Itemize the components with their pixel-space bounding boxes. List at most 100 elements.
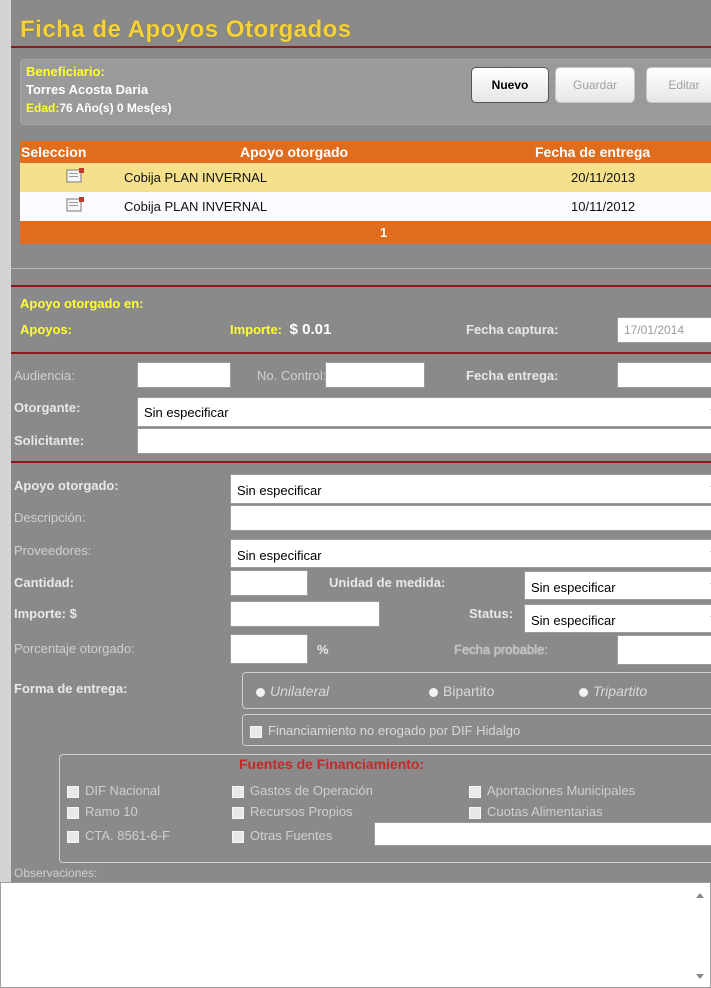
scroll-down-icon[interactable] [696,974,704,979]
row-fecha: 20/11/2013 [571,170,636,185]
chk-gastos-operacion[interactable]: Gastos de Operación [232,783,373,798]
radio-dot [256,687,265,697]
checkbox-label: Recursos Propios [250,804,353,819]
document-edit-icon[interactable] [66,197,85,212]
status-label: Status: [469,606,514,621]
title-divider [11,46,711,48]
solicitante-field[interactable] [137,428,711,454]
fecha-captura-field[interactable]: 17/01/2014 [617,317,711,343]
fecha-entrega-field[interactable] [617,362,711,388]
new-button[interactable]: Nuevo [471,67,549,103]
checkbox-icon [232,806,244,819]
checkbox-label: Financiamiento no erogado por DIF Hidalg… [268,723,521,738]
otorgante-label: Otorgante: [14,400,81,415]
apoyo-otorgado-en-heading: Apoyo otorgado en: [20,296,144,311]
chk-dif-nacional[interactable]: DIF Nacional [67,783,160,798]
beneficiary-age: Edad:76 Año(s) 0 Mes(es) [26,101,172,115]
checkbox-label: CTA. 8561-6-F [85,828,171,843]
pager-page-1[interactable]: 1 [380,225,387,240]
radio-dot [429,687,438,697]
table-row[interactable]: Cobija PLAN INVERNAL 10/11/2012 [20,192,711,221]
table-row[interactable]: Cobija PLAN INVERNAL 20/11/2013 [20,163,711,192]
window: Ficha de Apoyos Otorgados Beneficiario: … [0,0,711,988]
radio-label: Tripartito [593,683,648,699]
divider [11,285,711,287]
fecha-probable-label: Fecha probable: [454,642,548,657]
beneficiary-label: Beneficiario: [26,64,105,79]
radio-dot [579,687,588,697]
age-value: 76 Año(s) 0 Mes(es) [59,101,172,115]
chk-cta[interactable]: CTA. 8561-6-F [67,828,170,843]
row-apoyo: Cobija PLAN INVERNAL [124,170,268,185]
checkbox-label: Gastos de Operación [250,783,373,798]
financiamiento-checkbox[interactable]: Financiamiento no erogado por DIF Hidalg… [250,723,520,738]
importe-label: Importe: $ [14,606,77,621]
age-label: Edad: [26,101,60,115]
checkbox-label: DIF Nacional [85,783,161,798]
fecha-captura-label: Fecha captura: [466,322,559,337]
status-select[interactable]: Sin especificar [524,604,711,633]
audiencia-field[interactable] [137,362,231,388]
unidad-medida-select[interactable]: Sin especificar [524,571,711,600]
forma-entrega-label: Forma de entrega: [14,681,128,696]
importe-field[interactable] [230,601,380,627]
chk-ramo-10[interactable]: Ramo 10 [67,804,138,819]
otorgante-select[interactable]: Sin especificar [137,397,711,427]
beneficiary-name: Torres Acosta Daria [26,82,149,97]
radio-bipartito[interactable]: Bipartito [429,683,494,699]
solicitante-label: Solicitante: [14,433,85,448]
page-title: Ficha de Apoyos Otorgados [20,16,352,43]
fecha-entrega-label: Fecha entrega: [466,368,559,383]
percent-sign: % [317,642,329,657]
grid-pager: 1 [20,221,711,244]
checkbox-icon [67,785,79,798]
beneficiary-box: Beneficiario: Torres Acosta Daria Edad:7… [20,59,711,125]
checkbox-icon [232,830,244,843]
cantidad-field[interactable] [230,570,308,596]
no-control-field[interactable] [325,362,425,388]
porcentaje-field[interactable] [230,634,308,664]
header-fecha: Fecha de entrega [535,144,651,160]
checkbox-icon [67,830,79,843]
financiamiento-box: Financiamiento no erogado por DIF Hidalg… [242,714,711,746]
no-control-label: No. Control: [257,368,327,383]
proveedores-label: Proveedores: [14,543,92,558]
observaciones-textarea[interactable] [0,882,711,988]
divider [11,352,711,354]
radio-unilateral[interactable]: Unilateral [256,683,329,699]
checkbox-icon [469,785,481,798]
checkbox-icon [67,806,79,819]
checkbox-icon [250,725,262,738]
chk-aportaciones-municipales[interactable]: Aportaciones Municipales [469,783,635,798]
scroll-up-icon[interactable] [696,893,704,898]
checkbox-icon [232,785,244,798]
divider [11,461,711,463]
edit-button[interactable]: Editar [646,67,711,103]
descripcion-field[interactable] [230,505,711,531]
importe-summary: Importe: $ 0.01 [230,321,331,338]
chk-cuotas-alimentarias[interactable]: Cuotas Alimentarias [469,804,603,819]
row-apoyo: Cobija PLAN INVERNAL [124,199,268,214]
checkbox-label: Cuotas Alimentarias [487,804,603,819]
apoyo-otorgado-label: Apoyo otorgado: [14,478,119,493]
fuentes-title: Fuentes de Financiamiento: [239,756,425,772]
proveedores-select[interactable]: Sin especificar [230,539,711,568]
divider [11,268,711,269]
radio-tripartito[interactable]: Tripartito [579,683,647,699]
grid-header: Seleccion Apoyo otorgado Fecha de entreg… [20,141,711,163]
checkbox-label: Otras Fuentes [250,828,333,843]
otras-fuentes-field[interactable] [374,822,711,846]
chk-otras-fuentes[interactable]: Otras Fuentes [232,828,332,843]
radio-label: Unilateral [270,683,330,699]
fecha-probable-field[interactable] [617,635,711,665]
chk-recursos-propios[interactable]: Recursos Propios [232,804,353,819]
forma-entrega-group: Unilateral Bipartito Tripartito [242,672,711,709]
audiencia-label: Audiencia: [14,368,75,383]
checkbox-label: Aportaciones Municipales [487,783,636,798]
importe-summary-value: $ 0.01 [289,321,332,338]
cantidad-label: Cantidad: [14,575,74,590]
save-button[interactable]: Guardar [555,67,635,103]
document-edit-icon[interactable] [66,168,85,183]
radio-label: Bipartito [443,683,495,699]
apoyo-otorgado-select[interactable]: Sin especificar [230,474,711,504]
